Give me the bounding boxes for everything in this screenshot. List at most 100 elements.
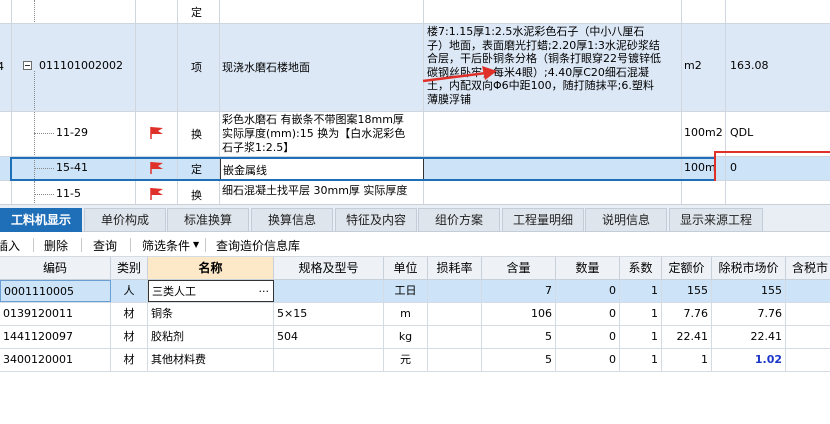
table-row[interactable]: 3400120001 材 其他材料费 元 5 0 1 1 1.02 — [0, 349, 830, 372]
flag-icon — [150, 127, 163, 139]
spec-cell — [274, 349, 384, 371]
tab-description[interactable]: 说明信息 — [585, 208, 667, 232]
quota-code: 11-29 — [56, 126, 88, 139]
market-price-cell: 1.02 — [712, 349, 786, 371]
table-row[interactable]: 1441120097 材 胶粘剂 504 kg 5 0 1 22.41 22.4… — [0, 326, 830, 349]
tab-source-project[interactable]: 显示来源工程 — [669, 208, 763, 232]
col-header[interactable]: 类别 — [111, 257, 148, 279]
qty-cell: 0 — [556, 280, 620, 302]
query-price-db-button[interactable]: 查询造价信息库 — [216, 237, 300, 254]
quantity-cell: QDL — [730, 126, 754, 139]
table-row[interactable]: 0139120011 材 铜条 5×15 m 106 0 1 7.76 7.76 — [0, 303, 830, 326]
tax-price-cell — [786, 326, 830, 348]
quota-name: 细石混凝土找平层 30mm厚 实际厚度 — [222, 184, 408, 197]
code-cell: 1441120097 — [0, 326, 111, 348]
spec-cell: 5×15 — [274, 303, 384, 325]
unit-cell: m2 — [684, 59, 702, 72]
col-header[interactable]: 单位 — [384, 257, 428, 279]
col-header[interactable]: 规格及型号 — [274, 257, 384, 279]
quota-price-cell: 22.41 — [662, 326, 712, 348]
quota-price-cell: 155 — [662, 280, 712, 302]
unit-cell: kg — [384, 326, 428, 348]
col-header[interactable]: 名称 — [148, 257, 274, 279]
table-row-selected[interactable]: 0001110005 人 三类人工 ··· 工日 7 0 1 155 155 — [0, 280, 830, 303]
table-row-selected[interactable]: 15-41 定 嵌金属线 100m 0 — [0, 157, 830, 181]
loss-cell — [428, 280, 482, 302]
col-header[interactable]: 除税市场价 — [712, 257, 786, 279]
qty-cell: 0 — [556, 349, 620, 371]
name-editor[interactable]: 三类人工 ··· — [148, 280, 274, 302]
collapse-icon[interactable] — [23, 61, 32, 70]
col-header[interactable]: 定额价 — [662, 257, 712, 279]
insert-button[interactable]: 插入 — [0, 237, 20, 254]
quota-name: 彩色水磨石 有嵌条不带图案18mm厚 实际厚度(mm):15 换为【白水泥彩色 … — [222, 113, 406, 154]
quota-code: 11-5 — [56, 187, 81, 200]
market-price-cell: 155 — [712, 280, 786, 302]
tab-standard-conversion[interactable]: 标准换算 — [167, 208, 249, 232]
coef-cell: 1 — [620, 280, 662, 302]
coef-cell: 1 — [620, 349, 662, 371]
table-row[interactable]: 定 — [0, 0, 830, 24]
flag-icon — [150, 188, 163, 200]
loss-cell — [428, 303, 482, 325]
filter-dropdown[interactable]: 筛选条件 — [142, 237, 190, 254]
tab-labor-material[interactable]: 工料机显示 — [0, 208, 82, 232]
detail-tab-bar: 工料机显示 单价构成 标准换算 换算信息 特征及内容 组价方案 工程量明细 说明… — [0, 204, 830, 232]
col-header[interactable]: 编码 — [0, 257, 111, 279]
category-cell: 材 — [111, 326, 148, 348]
tab-quantity-detail[interactable]: 工程量明细 — [502, 208, 584, 232]
unit-cell: 100m2 — [684, 126, 723, 139]
item-feature-text: 楼7:1.15厚1:2.5水泥彩色石子（中小八厘石 子）地面，表面磨光打蜡;2.… — [427, 25, 661, 106]
name-cell: 其他材料费 — [148, 349, 274, 371]
tab-pricing-scheme[interactable]: 组价方案 — [418, 208, 500, 232]
tab-features[interactable]: 特征及内容 — [335, 208, 417, 232]
category-cell: 材 — [111, 303, 148, 325]
loss-cell — [428, 326, 482, 348]
quantity-cell: 163.08 — [730, 59, 769, 72]
tax-price-cell — [786, 280, 830, 302]
col-header[interactable]: 含量 — [482, 257, 556, 279]
quota-price-cell: 1 — [662, 349, 712, 371]
more-icon[interactable]: ··· — [259, 281, 270, 301]
type-cell: 定 — [191, 163, 202, 176]
content-cell: 106 — [482, 303, 556, 325]
type-cell: 定 — [191, 6, 202, 19]
unit-cell: 100m — [684, 161, 716, 174]
tax-price-cell — [786, 303, 830, 325]
query-button[interactable]: 查询 — [93, 237, 117, 254]
content-cell: 7 — [482, 280, 556, 302]
loss-cell — [428, 349, 482, 371]
coef-cell: 1 — [620, 303, 662, 325]
col-header[interactable]: 损耗率 — [428, 257, 482, 279]
name-cell: 胶粘剂 — [148, 326, 274, 348]
content-cell: 5 — [482, 349, 556, 371]
tab-conversion-info[interactable]: 换算信息 — [251, 208, 333, 232]
item-code: 011101002002 — [39, 59, 123, 72]
coef-cell: 1 — [620, 326, 662, 348]
type-cell: 换 — [191, 189, 202, 202]
delete-button[interactable]: 删除 — [44, 237, 68, 254]
name-cell: 铜条 — [148, 303, 274, 325]
col-header[interactable]: 数量 — [556, 257, 620, 279]
quota-name-editor[interactable]: 嵌金属线 — [223, 162, 267, 178]
item-name: 现浇水磨石楼地面 — [222, 61, 310, 74]
tab-unit-price[interactable]: 单价构成 — [84, 208, 166, 232]
table-row[interactable]: 11-5 换 细石混凝土找平层 30mm厚 实际厚度 — [0, 181, 830, 204]
qty-cell: 0 — [556, 303, 620, 325]
quantity-cell[interactable]: 0 — [730, 161, 737, 174]
unit-cell: 元 — [384, 349, 428, 371]
table-row[interactable]: 11-29 换 彩色水磨石 有嵌条不带图案18mm厚 实际厚度(mm):15 换… — [0, 112, 830, 157]
content-cell: 5 — [482, 326, 556, 348]
category-cell: 人 — [111, 280, 148, 302]
table-row[interactable]: 4 011101002002 项 现浇水磨石楼地面 楼7:1.15厚1:2.5水… — [0, 24, 830, 112]
col-header[interactable]: 系数 — [620, 257, 662, 279]
category-cell: 材 — [111, 349, 148, 371]
market-price-cell: 7.76 — [712, 303, 786, 325]
chevron-down-icon: ▼ — [193, 240, 200, 249]
flag-icon — [150, 162, 163, 174]
detail-toolbar: 插入 删除 查询 筛选条件 ▼ 查询造价信息库 — [0, 233, 830, 257]
code-cell: 0001110005 — [0, 280, 111, 302]
col-header[interactable]: 含税市 — [786, 257, 830, 279]
labor-material-grid: 编码 类别 名称 规格及型号 单位 损耗率 含量 数量 系数 定额价 除税市场价… — [0, 257, 830, 424]
market-price-cell: 22.41 — [712, 326, 786, 348]
